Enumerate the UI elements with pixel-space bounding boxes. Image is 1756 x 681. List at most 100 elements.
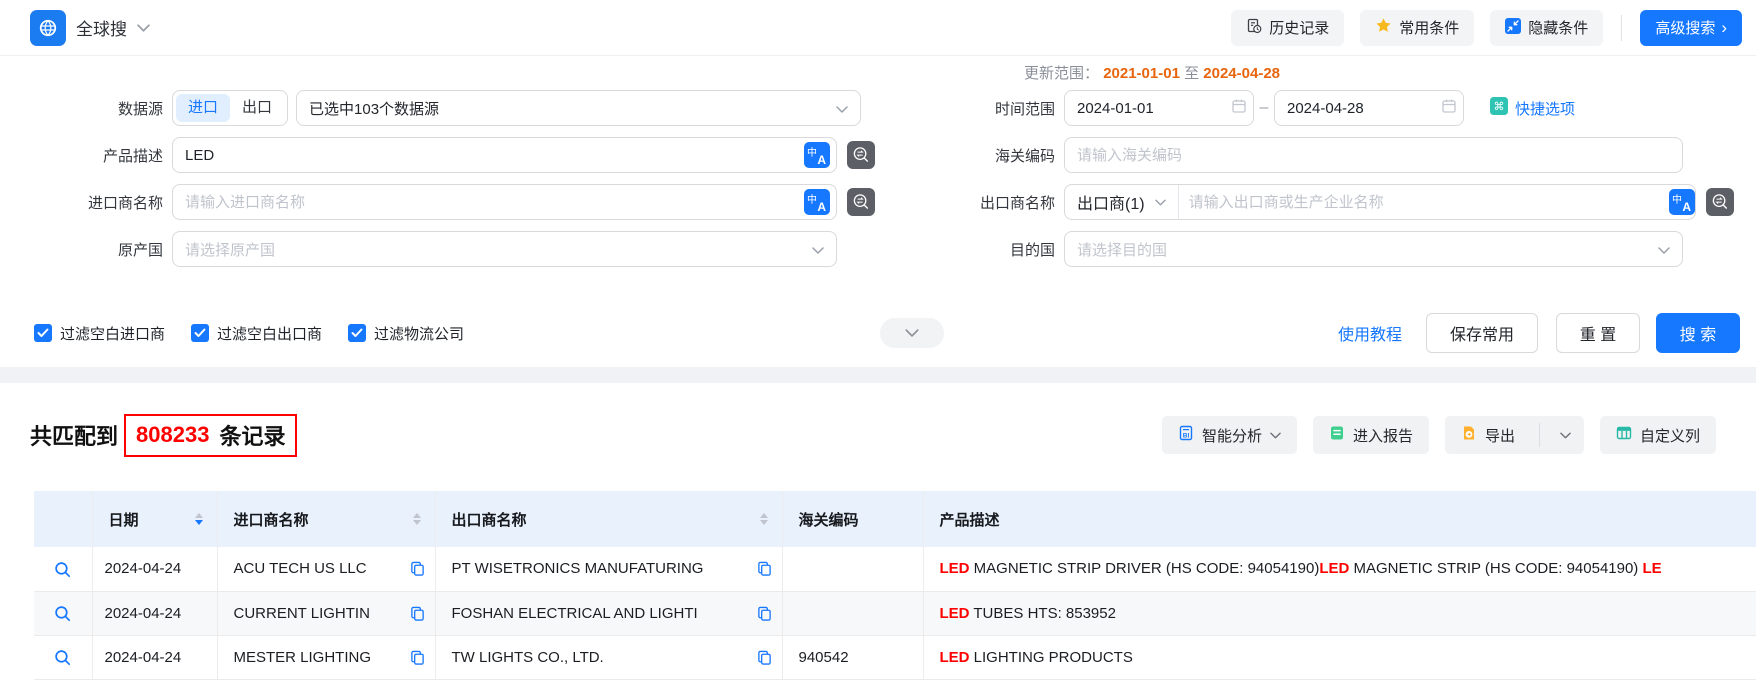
match-count-prefix: 共匹配到 xyxy=(30,419,118,451)
enter-report-button[interactable]: 进入报告 xyxy=(1313,416,1429,454)
history-button[interactable]: 历史记录 xyxy=(1231,10,1344,46)
exclude-search-icon[interactable] xyxy=(847,141,875,169)
export-dropdown[interactable] xyxy=(1548,416,1584,454)
copy-icon[interactable] xyxy=(757,650,772,665)
exporter-type-value: 出口商(1) xyxy=(1077,190,1145,214)
history-label: 历史记录 xyxy=(1269,17,1329,38)
count-annotation-box: 808233 条记录 xyxy=(124,414,297,457)
filter-blank-exporter[interactable]: 过滤空白出口商 xyxy=(191,323,322,344)
sort-icon[interactable] xyxy=(413,513,421,525)
exporter-type-select[interactable]: 出口商(1) xyxy=(1065,185,1178,219)
sort-icon[interactable] xyxy=(195,513,203,525)
smart-analysis-button[interactable]: BI 智能分析 xyxy=(1162,416,1297,454)
product-desc-input[interactable] xyxy=(185,147,804,164)
app-brand[interactable]: 全球搜 xyxy=(30,10,150,46)
cell-date: 2024-04-24 xyxy=(92,591,217,635)
header-product-desc: 产品描述 xyxy=(923,491,1756,547)
hs-code-input[interactable] xyxy=(1077,147,1676,164)
product-desc-label: 产品描述 xyxy=(0,145,172,166)
chevron-down-icon xyxy=(812,241,824,258)
custom-columns-button[interactable]: 自定义列 xyxy=(1600,416,1716,454)
collapse-form-button[interactable] xyxy=(880,318,944,348)
custom-columns-label: 自定义列 xyxy=(1640,425,1700,446)
translate-icon[interactable]: 中A xyxy=(804,142,830,168)
quick-options-link[interactable]: ⌘ 快捷选项 xyxy=(1490,97,1575,120)
report-icon xyxy=(1329,425,1345,445)
copy-icon[interactable] xyxy=(410,561,425,576)
advanced-search-button[interactable]: 高级搜索 › xyxy=(1640,10,1742,46)
topbar-actions: 历史记录 常用条件 隐藏条件 高级搜索 › xyxy=(1215,10,1742,46)
copy-icon[interactable] xyxy=(410,650,425,665)
translate-icon[interactable]: 中A xyxy=(1669,189,1695,215)
app-title: 全球搜 xyxy=(76,15,127,40)
hide-conditions-button[interactable]: 隐藏条件 xyxy=(1490,10,1603,46)
origin-label: 原产国 xyxy=(0,239,172,260)
favorites-label: 常用条件 xyxy=(1399,17,1459,38)
data-source-select[interactable]: 已选中103个数据源 xyxy=(296,90,861,126)
tutorial-link[interactable]: 使用教程 xyxy=(1338,321,1402,345)
smart-analysis-label: 智能分析 xyxy=(1202,425,1262,446)
destination-select[interactable]: 请选择目的国 xyxy=(1064,231,1683,267)
origin-select[interactable]: 请选择原产国 xyxy=(172,231,837,267)
copy-icon[interactable] xyxy=(757,606,772,621)
tab-export[interactable]: 出口 xyxy=(230,94,284,122)
time-range-label: 时间范围 xyxy=(878,98,1064,119)
columns-icon xyxy=(1616,425,1632,445)
copy-icon[interactable] xyxy=(757,561,772,576)
update-range-start: 2021-01-01 xyxy=(1103,65,1180,82)
export-main[interactable]: 导出 xyxy=(1445,416,1531,454)
chevron-down-icon xyxy=(1560,432,1571,439)
importer-input[interactable] xyxy=(185,194,804,211)
exclude-search-icon[interactable] xyxy=(847,188,875,216)
save-common-button[interactable]: 保存常用 xyxy=(1426,313,1538,353)
reset-button[interactable]: 重 置 xyxy=(1556,313,1640,353)
page: 全球搜 历史记录 常用条件 隐藏条件 高级搜索 › xyxy=(0,0,1756,681)
globe-icon xyxy=(30,10,66,46)
date-end-field[interactable] xyxy=(1274,90,1464,126)
copy-icon[interactable] xyxy=(410,606,425,621)
filter-blank-importer[interactable]: 过滤空白进口商 xyxy=(34,323,165,344)
results-bar: 共匹配到 808233 条记录 BI 智能分析 进入报告 导出 xyxy=(0,409,1756,461)
search-icon[interactable] xyxy=(54,605,71,622)
header-exporter[interactable]: 出口商名称 xyxy=(435,491,782,547)
data-source-toggle: 进口 出口 xyxy=(172,90,288,126)
command-icon: ⌘ xyxy=(1490,97,1508,120)
data-source-value: 已选中103个数据源 xyxy=(309,98,836,119)
cell-product-desc: LED TUBES HTS: 853952 xyxy=(923,591,1756,635)
header-date[interactable]: 日期 xyxy=(92,491,217,547)
checkbox-checked-icon xyxy=(348,324,366,342)
date-start-input[interactable] xyxy=(1077,100,1231,117)
date-start-field[interactable] xyxy=(1064,90,1254,126)
chevron-down-icon xyxy=(1658,241,1670,258)
search-icon[interactable] xyxy=(54,649,71,666)
match-count-suffix: 条记录 xyxy=(219,419,285,451)
search-button[interactable]: 搜 索 xyxy=(1656,313,1740,353)
update-range-to: 至 xyxy=(1184,65,1199,82)
importer-label: 进口商名称 xyxy=(0,192,172,213)
header-importer[interactable]: 进口商名称 xyxy=(217,491,435,547)
translate-icon[interactable]: 中A xyxy=(804,189,830,215)
calendar-icon xyxy=(1231,98,1247,119)
sort-icon[interactable] xyxy=(760,513,768,525)
destination-placeholder: 请选择目的国 xyxy=(1077,239,1658,260)
chevron-down-icon xyxy=(836,100,848,117)
chevron-down-icon xyxy=(137,19,150,37)
table-header-row: 日期 进口商名称 出口商名称 海关编码 产品描述 xyxy=(34,491,1756,547)
exclude-search-icon[interactable] xyxy=(1706,188,1734,216)
chevron-down-icon xyxy=(1155,199,1166,206)
favorites-button[interactable]: 常用条件 xyxy=(1360,10,1474,46)
table-body: 2024-04-24ACU TECH US LLCPT WISETRONICS … xyxy=(34,547,1756,679)
exporter-input[interactable] xyxy=(1179,194,1669,211)
header-icon-col xyxy=(34,491,92,547)
filter-logistics[interactable]: 过滤物流公司 xyxy=(348,323,464,344)
cell-importer: MESTER LIGHTING xyxy=(217,635,435,679)
export-icon xyxy=(1461,425,1477,445)
date-end-input[interactable] xyxy=(1287,100,1441,117)
update-range-end: 2024-04-28 xyxy=(1203,65,1280,82)
quick-options-label: 快捷选项 xyxy=(1515,98,1575,119)
data-source-label: 数据源 xyxy=(0,98,172,119)
table-row: 2024-04-24CURRENT LIGHTINFOSHAN ELECTRIC… xyxy=(34,591,1756,635)
filter-label: 过滤物流公司 xyxy=(374,323,464,344)
tab-import[interactable]: 进口 xyxy=(176,94,230,122)
search-icon[interactable] xyxy=(54,561,71,578)
